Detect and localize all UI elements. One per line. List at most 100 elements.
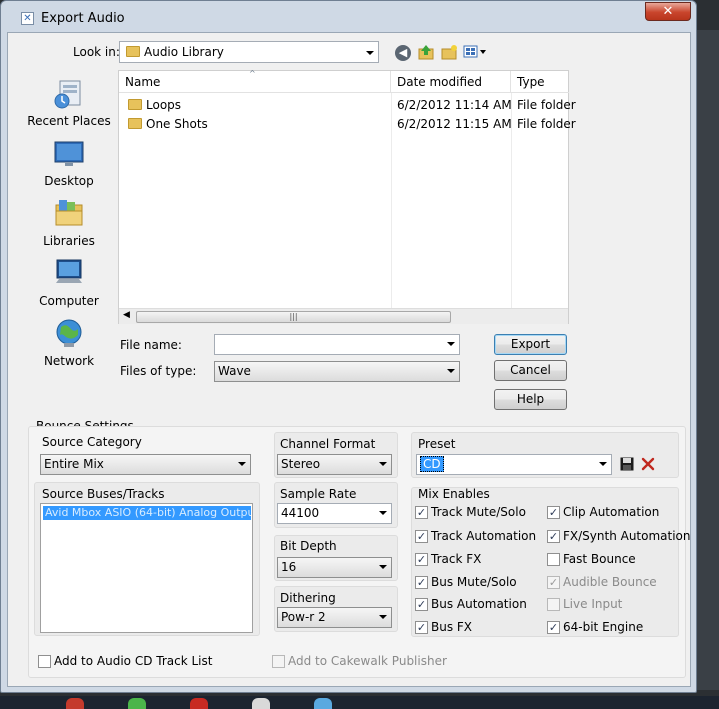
fx-synth-automation-checkbox[interactable]: ✓ [547,530,560,543]
delete-preset-icon[interactable] [641,457,655,471]
help-button[interactable]: Help [494,389,567,410]
preset-value: CD [420,456,444,472]
export-button[interactable]: Export [494,334,567,355]
add-to-cd-label: Add to Audio CD Track List [54,654,213,668]
nav-item-label: Recent Places [27,114,111,128]
chevron-down-icon[interactable] [379,511,387,515]
column-header-date[interactable]: Date modified [391,71,511,93]
nav-item-label: Desktop [44,174,94,188]
chevron-down-icon [379,565,387,569]
view-menu-icon[interactable] [463,44,489,60]
desktop-icon [54,141,84,166]
sort-ascending-icon: ^ [249,69,256,78]
file-name: One Shots [146,117,208,131]
clip-automation-checkbox[interactable]: ✓ [547,506,560,519]
nav-computer[interactable]: Computer [24,257,114,308]
dithering-dropdown[interactable]: Pow-r 2 [277,607,392,628]
fast-bounce-checkbox[interactable] [547,553,560,566]
clip-automation-label: Clip Automation [563,505,660,519]
dialog-client: Look in: Audio Library ◀ Recent Places D… [7,32,691,687]
preset-dropdown[interactable]: CD [416,454,612,475]
file-name-input[interactable] [214,334,460,355]
save-preset-icon[interactable] [620,457,634,471]
taskbar-app-icon[interactable] [128,698,146,709]
taskbar [0,696,719,709]
track-automation-checkbox[interactable]: ✓ [415,530,428,543]
libraries-icon [55,200,83,226]
column-header-name[interactable]: Name ^ [119,69,391,93]
close-button[interactable]: ✕ [645,2,691,21]
live-input-checkbox[interactable] [547,598,560,611]
folder-icon [128,99,142,110]
recent-places-icon [54,80,81,109]
file-name: Loops [146,98,182,112]
new-folder-icon[interactable] [440,43,458,61]
list-item[interactable]: Loops 6/2/2012 11:14 AM File folder [119,96,576,115]
track-automation-label: Track Automation [431,529,537,543]
back-icon[interactable]: ◀ [395,45,411,61]
taskbar-app-icon[interactable] [190,698,208,709]
nav-desktop[interactable]: Desktop [24,137,114,188]
nav-network[interactable]: Network [24,317,114,368]
bus-mute-solo-label: Bus Mute/Solo [431,575,517,589]
folder-icon [128,118,142,129]
audible-bounce-checkbox[interactable]: ✓ [547,576,560,589]
files-of-type-label: Files of type: [120,364,197,378]
source-buses-label: Source Buses/Tracks [42,487,165,501]
window-title: Export Audio [41,11,125,26]
live-input-label: Live Input [563,597,623,611]
chevron-down-icon [238,462,246,466]
file-type: File folder [517,98,576,112]
bus-automation-checkbox[interactable]: ✓ [415,598,428,611]
bus-automation-label: Bus Automation [431,597,527,611]
64-bit-engine-label: 64-bit Engine [563,620,644,634]
track-fx-checkbox[interactable]: ✓ [415,553,428,566]
preset-label: Preset [418,437,456,451]
source-buses-list[interactable]: Avid Mbox ASIO (64-bit) Analog Output 1 [40,503,253,633]
taskbar-app-icon[interactable] [66,698,84,709]
folder-icon [126,46,140,57]
taskbar-app-icon[interactable] [252,698,270,709]
bus-fx-checkbox[interactable]: ✓ [415,621,428,634]
list-item[interactable]: One Shots 6/2/2012 11:15 AM File folder [119,115,576,134]
scrollbar-thumb[interactable]: ||| [136,311,451,323]
sample-rate-label: Sample Rate [280,487,357,501]
chevron-down-icon[interactable] [599,462,607,466]
add-to-cd-checkbox[interactable] [38,655,51,668]
computer-icon [56,259,82,283]
file-list[interactable]: Name ^ Date modified Type Loops 6/2/2012… [118,69,576,324]
file-date: 6/2/2012 11:14 AM [397,98,512,112]
scroll-left-icon[interactable]: ◀ [123,310,130,320]
chevron-down-icon[interactable] [447,342,455,346]
64-bit-engine-checkbox[interactable]: ✓ [547,621,560,634]
track-mute-solo-checkbox[interactable]: ✓ [415,506,428,519]
bus-mute-solo-checkbox[interactable]: ✓ [415,576,428,589]
cancel-button[interactable]: Cancel [494,360,567,381]
chevron-down-icon [379,615,387,619]
dithering-label: Dithering [280,591,336,605]
audible-bounce-label: Audible Bounce [563,575,657,589]
list-item[interactable]: Avid Mbox ASIO (64-bit) Analog Output 1 [43,506,251,520]
channel-format-dropdown[interactable]: Stereo [277,454,392,475]
file-type: File folder [517,117,576,131]
look-in-dropdown[interactable]: Audio Library [119,41,379,63]
up-folder-icon[interactable] [417,43,435,61]
taskbar-app-icon[interactable] [314,698,332,709]
nav-item-label: Computer [39,294,99,308]
nav-recent-places[interactable]: Recent Places [24,77,114,128]
mix-enables-label: Mix Enables [418,487,490,501]
column-header-type[interactable]: Type [511,71,569,93]
fast-bounce-label: Fast Bounce [563,552,636,566]
nav-libraries[interactable]: Libraries [24,197,114,248]
chevron-down-icon [366,51,374,55]
horizontal-scrollbar[interactable]: ◀ ||| [119,308,568,324]
sample-rate-dropdown[interactable]: 44100 [277,503,392,524]
source-category-dropdown[interactable]: Entire Mix [40,454,251,475]
title-bar[interactable]: ✕ Export Audio ✕ [1,1,696,35]
bit-depth-dropdown[interactable]: 16 [277,557,392,578]
source-category-label: Source Category [42,435,142,449]
add-to-cakewalk-checkbox[interactable] [272,655,285,668]
file-name-label: File name: [120,338,182,352]
look-in-label: Look in: [73,45,120,59]
files-of-type-dropdown[interactable]: Wave [214,361,460,382]
